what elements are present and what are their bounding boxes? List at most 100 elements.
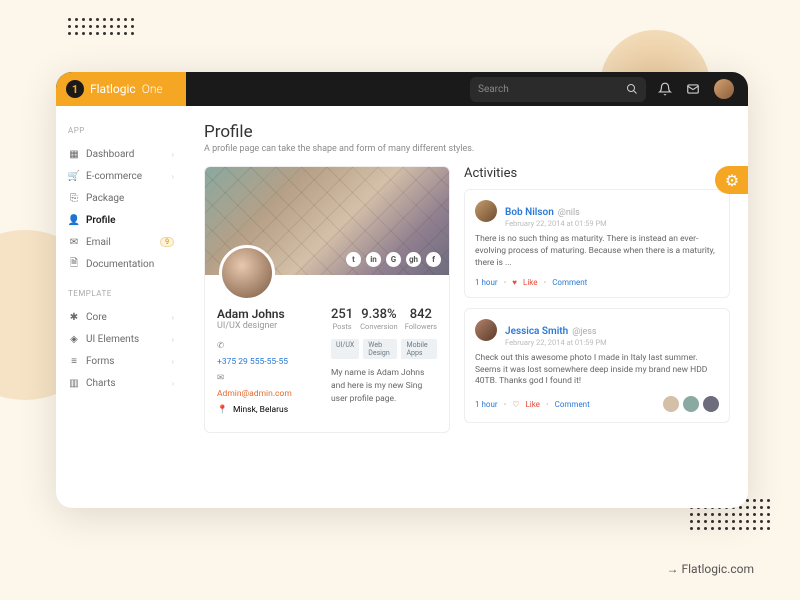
sidebar-label: Charts	[86, 378, 116, 389]
page-title: Profile	[204, 122, 730, 142]
sidebar-item-ecommerce[interactable]: 🛒 E-commerce ›	[66, 165, 176, 187]
comment-link[interactable]: Comment	[552, 278, 587, 287]
mail-icon[interactable]	[686, 82, 700, 96]
thumb-avatar[interactable]	[683, 396, 699, 412]
facebook-icon[interactable]: f	[426, 252, 441, 267]
package-icon: ⎘	[68, 192, 80, 204]
activity-date: February 22, 2014 at 01:59 PM	[505, 338, 607, 347]
like-link[interactable]: Like	[523, 278, 537, 287]
search-icon[interactable]	[626, 80, 638, 99]
activity-time: 1 hour	[475, 278, 498, 287]
sidebar-label: UI Elements	[86, 334, 139, 345]
sidebar-item-forms[interactable]: ≡ Forms ›	[66, 350, 176, 372]
stat-posts: 251	[331, 307, 353, 322]
brand-name: Flatlogic	[90, 82, 136, 96]
chevron-right-icon: ›	[172, 335, 174, 344]
activity-text: Check out this awesome photo I made in I…	[475, 353, 719, 389]
profile-bio: My name is Adam Johns and here is my new…	[331, 367, 437, 405]
stat-conversion: 9.38%	[360, 307, 398, 322]
search-box[interactable]	[470, 77, 646, 102]
chevron-right-icon: ›	[172, 379, 174, 388]
user-avatar[interactable]	[714, 79, 734, 99]
sidebar-item-charts[interactable]: ▥Charts›	[66, 372, 176, 394]
comment-link[interactable]: Comment	[555, 400, 590, 409]
tag[interactable]: Web Design	[363, 339, 397, 359]
sidebar-label: E-commerce	[86, 171, 142, 182]
sidebar-label: Dashboard	[86, 149, 134, 160]
social-links: t in G gh f	[346, 252, 441, 267]
sidebar-item-profile[interactable]: 👤Profile	[66, 209, 176, 231]
sidebar-item-ui[interactable]: ◈ UI Elements ›	[66, 328, 176, 350]
activity-avatar[interactable]	[475, 319, 497, 341]
cart-icon: 🛒	[68, 170, 80, 182]
atom-icon: ✱	[68, 311, 80, 323]
activities-title: Activities	[464, 166, 730, 181]
sidebar-item-docs[interactable]: 🗎 Documentation	[66, 253, 176, 275]
activity-user[interactable]: Bob Nilson	[505, 207, 554, 218]
profile-avatar[interactable]	[219, 245, 275, 301]
chevron-right-icon: ›	[172, 172, 174, 181]
form-icon: ≡	[68, 355, 80, 367]
brand-suffix: One	[142, 82, 163, 96]
sidebar-item-core[interactable]: ✱Core›	[66, 306, 176, 328]
profile-email[interactable]: Admin@admin.com	[217, 389, 321, 399]
thumb-avatar[interactable]	[703, 396, 719, 412]
layers-icon: ◈	[68, 333, 80, 345]
topbar-actions	[658, 79, 748, 99]
activity-text: There is no such thing as maturity. Ther…	[475, 234, 719, 270]
stat-label: Posts	[331, 322, 353, 331]
heart-icon[interactable]: ♥	[512, 278, 517, 287]
stat-followers: 842	[405, 307, 437, 322]
activity-item: Bob Nilson @nils February 22, 2014 at 01…	[464, 189, 730, 298]
chevron-right-icon: ›	[172, 150, 174, 159]
linkedin-icon[interactable]: in	[366, 252, 381, 267]
activity-date: February 22, 2014 at 01:59 PM	[505, 219, 607, 228]
activity-avatar[interactable]	[475, 200, 497, 222]
activity-item: Jessica Smith @jess February 22, 2014 at…	[464, 308, 730, 424]
stat-label: Conversion	[360, 322, 398, 331]
heart-icon[interactable]: ♡	[512, 400, 519, 409]
twitter-icon[interactable]: t	[346, 252, 361, 267]
sidebar-item-email[interactable]: ✉Email9	[66, 231, 176, 253]
profile-name: Adam Johns	[217, 307, 321, 321]
thumb-avatar[interactable]	[663, 396, 679, 412]
activity-thumbs	[663, 396, 719, 412]
sidebar-item-dashboard[interactable]: ▦ Dashboard ›	[66, 143, 176, 165]
sidebar-item-package[interactable]: ⎘ Package	[66, 187, 176, 209]
chevron-right-icon: ›	[172, 357, 174, 366]
tag[interactable]: UI/UX	[331, 339, 359, 359]
search-input[interactable]	[478, 84, 618, 95]
grid-icon: ▦	[68, 148, 80, 160]
sidebar-label: Forms	[86, 356, 114, 367]
bell-icon[interactable]	[658, 82, 672, 96]
like-link[interactable]: Like	[525, 400, 539, 409]
brand-badge: 1	[66, 80, 84, 98]
footer-link[interactable]: → Flatlogic.com	[667, 562, 755, 576]
activity-handle: @jess	[572, 327, 596, 337]
main: ⚙ Profile A profile page can take the sh…	[186, 106, 748, 508]
sidebar-section-template: TEMPLATE	[68, 289, 176, 298]
github-icon[interactable]: gh	[406, 252, 421, 267]
gear-icon: ⚙	[725, 171, 739, 190]
profile-location: Minsk, Belarus	[233, 405, 288, 415]
stat-label: Followers	[405, 322, 437, 331]
profile-card: t in G gh f Adam Johns UI/UX designer ✆	[204, 166, 450, 433]
footer-text: Flatlogic.com	[681, 562, 754, 576]
sidebar-label: Package	[86, 193, 124, 204]
profile-phone[interactable]: +375 29 555-55-55	[217, 357, 321, 367]
activity-user[interactable]: Jessica Smith	[505, 326, 568, 337]
brand[interactable]: 1 Flatlogic One	[56, 72, 186, 106]
topbar: 1 Flatlogic One	[56, 72, 748, 106]
settings-tab[interactable]: ⚙	[715, 166, 748, 194]
cover-image: t in G gh f	[205, 167, 449, 275]
email-icon: ✉	[217, 373, 227, 383]
activity-handle: @nils	[558, 208, 580, 218]
phone-icon: ✆	[217, 341, 227, 351]
sidebar-label: Core	[86, 312, 107, 323]
sidebar-label: Documentation	[86, 259, 154, 270]
google-icon[interactable]: G	[386, 252, 401, 267]
sidebar-label: Email	[86, 237, 111, 248]
doc-icon: 🗎	[68, 258, 80, 270]
profile-role: UI/UX designer	[217, 321, 321, 331]
tag[interactable]: Mobile Apps	[401, 339, 437, 359]
